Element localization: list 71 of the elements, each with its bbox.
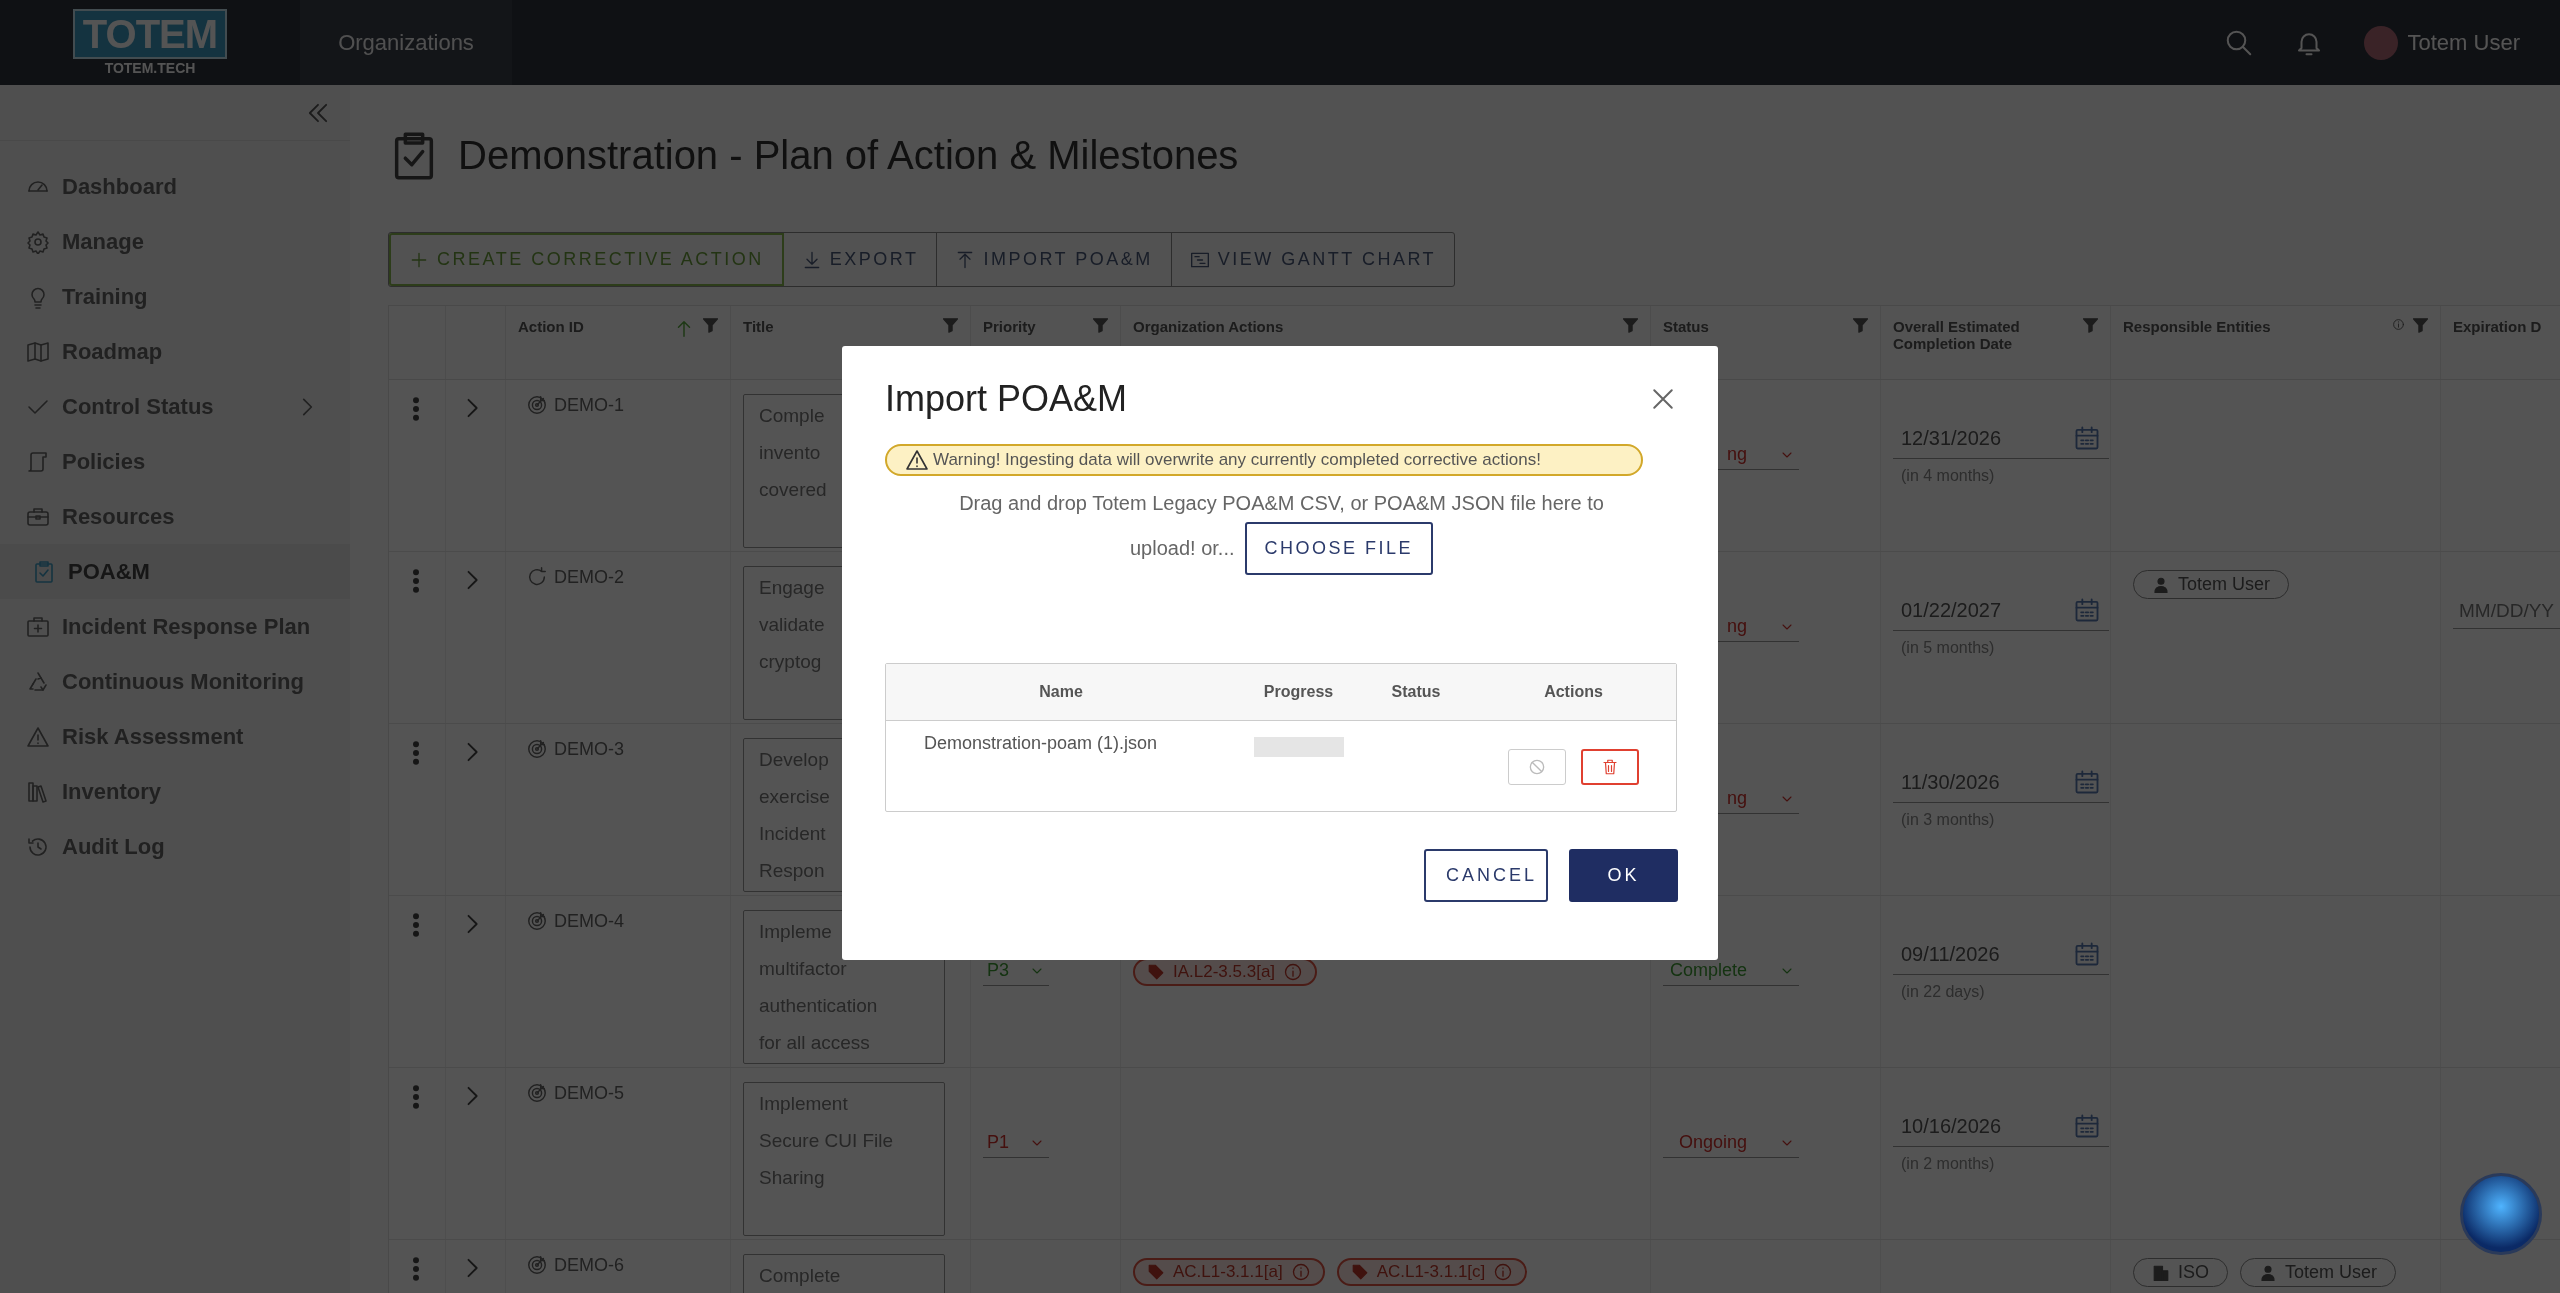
drop-instructions: upload! or... <box>1129 537 1235 560</box>
calendar-icon <box>2073 424 2101 452</box>
filter-icon[interactable] <box>2413 318 2428 333</box>
map-icon <box>26 339 50 364</box>
date-field[interactable]: 11/30/2026 <box>1893 768 2109 803</box>
choose-file-button[interactable]: CHOOSE FILE <box>1244 522 1434 575</box>
user-menu[interactable]: Totem User <box>2363 25 2520 60</box>
priority-select[interactable]: P1 <box>983 1132 1049 1158</box>
settings-icon <box>26 229 50 254</box>
column-header: Name <box>1038 683 1084 701</box>
person-icon <box>2259 1263 2277 1282</box>
info-icon <box>1290 1262 1311 1282</box>
building-icon <box>2152 1263 2170 1282</box>
toolbar-button[interactable]: VIEW GANTT CHART <box>1171 233 1455 286</box>
refresh-icon <box>526 566 548 588</box>
info-icon <box>1283 962 1304 982</box>
toolbar-button[interactable]: IMPORT POA&M <box>937 233 1172 286</box>
calendar-icon <box>2073 940 2101 968</box>
dialog-title: Import POA&M <box>885 378 1128 420</box>
filter-icon[interactable] <box>1623 318 1638 333</box>
toolbar-button[interactable]: CREATE CORRECTIVE ACTION <box>389 233 784 286</box>
file-name: Demonstration-poam (1).json <box>923 733 1159 755</box>
status-select[interactable]: Ongoing <box>1663 1132 1799 1158</box>
ok-button[interactable]: OK <box>1569 849 1678 902</box>
date-field[interactable]: 09/11/2026 <box>1893 940 2109 975</box>
scroll-icon <box>26 449 50 474</box>
page-title: Demonstration - Plan of Action & Milestones <box>458 133 1239 178</box>
date-field[interactable]: 01/22/2027 <box>1893 596 2109 631</box>
tag-icon <box>1147 1263 1165 1281</box>
prohibited-icon <box>1527 757 1547 777</box>
logo[interactable]: TOTEM <box>72 9 228 59</box>
target-icon <box>526 394 548 416</box>
warning-icon <box>26 724 50 749</box>
target-icon <box>526 738 548 760</box>
medical-kit-icon <box>26 614 50 639</box>
clipboard-icon <box>32 559 56 584</box>
filter-icon[interactable] <box>1853 318 1868 333</box>
target-icon <box>526 910 548 932</box>
column-header: Actions <box>1543 683 1604 701</box>
filter-icon[interactable] <box>703 318 718 333</box>
filter-icon[interactable] <box>1093 318 1108 333</box>
books-icon <box>26 779 50 804</box>
warning-icon <box>905 448 929 472</box>
recycle-icon <box>26 669 50 694</box>
control-tag[interactable]: AC.L1-3.1.1[c] <box>1336 1258 1528 1286</box>
cancel-button[interactable]: CANCEL <box>1424 849 1548 902</box>
logo-subtitle: TOTEM.TECH <box>104 60 196 76</box>
target-icon <box>526 1254 548 1276</box>
info-icon <box>2392 318 2405 331</box>
info-icon <box>1493 1262 1514 1282</box>
date-field[interactable]: 10/16/2026 <box>1893 1112 2109 1147</box>
calendar-icon <box>2073 1112 2101 1140</box>
control-tag[interactable]: IA.L2-3.5.3[a] <box>1133 958 1318 986</box>
avatar-icon <box>2363 25 2398 60</box>
target-icon <box>526 1082 548 1104</box>
column-header: Progress <box>1262 683 1335 701</box>
control-tag[interactable]: AC.L1-3.1.1[a] <box>1133 1258 1325 1286</box>
column-header: Status <box>1390 683 1442 701</box>
drop-instructions: Drag and drop Totem Legacy POA&M CSV, or POA&M JSON file here to <box>958 491 1605 516</box>
warning-banner: Warning! Ingesting data will overwrite any currently completed corrective actions! <box>885 444 1643 476</box>
calendar-icon <box>2073 596 2101 624</box>
date-field[interactable]: 12/31/2026 <box>1893 424 2109 459</box>
trash-icon <box>1601 758 1619 776</box>
delete-button[interactable] <box>1581 749 1639 785</box>
tag-icon <box>1147 963 1165 981</box>
calendar-icon <box>2073 768 2101 796</box>
person-icon <box>2152 575 2170 594</box>
tag-icon <box>1350 1263 1369 1281</box>
filter-icon[interactable] <box>943 318 958 333</box>
filter-icon[interactable] <box>2083 318 2098 333</box>
toolbar-button[interactable]: EXPORT <box>783 233 938 286</box>
